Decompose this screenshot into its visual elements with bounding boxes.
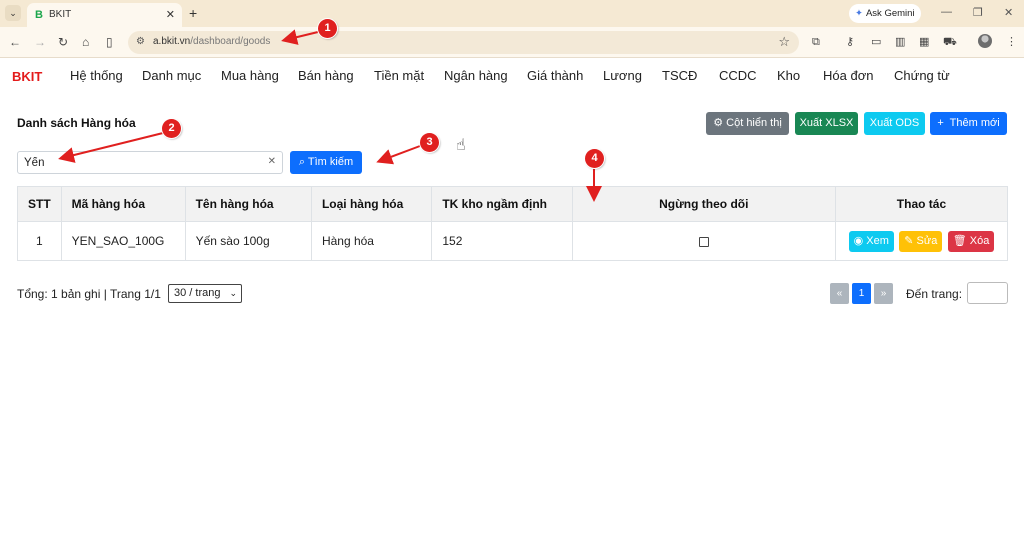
kebab-menu-icon[interactable]: ⋮ <box>1006 35 1017 49</box>
menu-item-he-thong[interactable]: Hệ thống <box>70 68 123 83</box>
gemini-icon: ✦ <box>855 8 863 19</box>
goto-page-input[interactable] <box>967 282 1008 304</box>
col-header-actions: Thao tác <box>834 186 1009 222</box>
cell-actions: ◉ Xem ✎ Sửa 🗑 Xóa <box>834 221 1009 261</box>
cell-code: YEN_SAO_100G <box>60 221 186 261</box>
pencil-icon: ✎ <box>904 234 914 247</box>
plus-icon: + <box>937 117 944 129</box>
cell-inactive <box>571 221 836 261</box>
cell-stt: 1 <box>17 221 62 261</box>
prev-page-button[interactable]: « <box>830 283 849 304</box>
table-row: 1 YEN_SAO_100G Yến sào 100g Hàng hóa 152… <box>17 221 1009 261</box>
table-header-row: STT Mã hàng hóa Tên hàng hóa Loại hàng h… <box>17 186 1009 222</box>
col-header-code[interactable]: Mã hàng hóa <box>60 186 186 222</box>
browser-tab[interactable]: B BKIT ✕ <box>27 3 182 27</box>
annotation-badge-4: 4 <box>585 149 604 168</box>
annotation-badge-1: 1 <box>318 19 337 38</box>
add-new-button[interactable]: + Thêm mới <box>930 112 1007 135</box>
annotation-badge-2: 2 <box>162 119 181 138</box>
tab-title: BKIT <box>49 9 72 20</box>
next-page-button[interactable]: » <box>874 283 893 304</box>
ask-gemini-button[interactable]: ✦ Ask Gemini <box>849 4 921 23</box>
col-header-type[interactable]: Loại hàng hóa <box>310 186 433 222</box>
menu-item-gia-thanh[interactable]: Giá thành <box>527 68 583 83</box>
reload-icon[interactable]: ↻ <box>58 35 68 49</box>
col-header-stt[interactable]: STT <box>17 186 62 222</box>
page-title: Danh sách Hàng hóa <box>17 116 136 130</box>
page-size-select[interactable]: 30 / trang ⌄ <box>168 284 242 303</box>
search-input[interactable] <box>18 152 258 173</box>
table-icon[interactable]: ▦ <box>919 35 929 49</box>
export-xlsx-button[interactable]: Xuất XLSX <box>795 112 858 135</box>
url-text: a.bkit.vn/dashboard/goods <box>153 36 271 47</box>
tab-close-icon[interactable]: ✕ <box>166 8 175 21</box>
eye-icon: ◉ <box>853 234 864 247</box>
column-display-button[interactable]: ⚙ Cột hiển thị <box>706 112 789 135</box>
annotation-badge-3: 3 <box>420 133 439 152</box>
page-1-button[interactable]: 1 <box>852 283 871 304</box>
bookmark-star-icon[interactable]: ☆ <box>778 34 790 50</box>
favicon-icon: B <box>35 9 43 21</box>
search-button[interactable]: ⌕ Tìm kiếm <box>290 151 362 174</box>
delete-button[interactable]: 🗑 Xóa <box>947 230 995 252</box>
menu-item-ccdc[interactable]: CCDC <box>719 68 757 83</box>
browser-toolbar: ← → ↻ ⌂ ▯ ⚙ a.bkit.vn/dashboard/goods ☆ … <box>0 27 1024 58</box>
search-icon: ⌕ <box>298 156 306 168</box>
goto-page-label: Đến trang: <box>906 287 963 301</box>
menu-item-danh-muc[interactable]: Danh mục <box>142 68 201 83</box>
minimize-icon[interactable]: — <box>941 6 952 18</box>
trash-icon: 🗑 <box>952 234 967 247</box>
tab-search-icon[interactable]: ⌄ <box>5 5 21 21</box>
menu-item-tien-mat[interactable]: Tiền mặt <box>374 68 424 83</box>
menu-item-ngan-hang[interactable]: Ngân hàng <box>444 68 508 83</box>
car-icon[interactable]: ⛟ <box>943 35 957 49</box>
browser-tabstrip: ⌄ B BKIT ✕ + ✦ Ask Gemini — ❐ ✕ <box>0 0 1024 27</box>
menu-item-mua-hang[interactable]: Mua hàng <box>221 68 279 83</box>
goods-table: STT Mã hàng hóa Tên hàng hóa Loại hàng h… <box>17 186 1009 261</box>
menu-item-luong[interactable]: Lương <box>603 68 642 83</box>
extensions-icon[interactable]: ⧉ <box>812 35 820 49</box>
cell-type: Hàng hóa <box>310 221 433 261</box>
reading-list-icon[interactable]: ▥ <box>895 35 905 49</box>
inactive-checkbox[interactable] <box>698 236 709 247</box>
window-close-icon[interactable]: ✕ <box>1004 6 1013 19</box>
cell-name: Yến sào 100g <box>184 221 312 261</box>
address-bar[interactable]: ⚙ a.bkit.vn/dashboard/goods ☆ <box>128 31 799 54</box>
payment-card-icon[interactable]: ▭ <box>871 35 881 49</box>
export-ods-button[interactable]: Xuất ODS <box>864 112 925 135</box>
app-navbar: BKIT Hệ thống Danh mục Mua hàng Bán hàng… <box>0 58 1024 96</box>
menu-item-chung-tu[interactable]: Chứng từ <box>894 68 950 83</box>
search-box: ✕ <box>17 151 283 174</box>
restore-icon[interactable]: ❐ <box>973 6 983 19</box>
record-summary: Tổng: 1 bản ghi | Trang 1/1 <box>17 287 161 301</box>
gear-icon: ⚙ <box>713 117 724 129</box>
app-brand[interactable]: BKIT <box>12 69 42 84</box>
menu-item-tscd[interactable]: TSCĐ <box>662 68 697 83</box>
col-header-account[interactable]: TK kho ngầm định <box>431 186 573 222</box>
profile-avatar[interactable] <box>978 34 992 48</box>
new-tab-icon[interactable]: + <box>189 5 197 21</box>
edit-button[interactable]: ✎ Sửa <box>899 230 943 252</box>
reading-mode-icon[interactable]: ▯ <box>106 35 113 49</box>
click-cursor-icon: ☝ <box>456 137 466 154</box>
site-info-icon[interactable]: ⚙ <box>136 36 145 47</box>
forward-icon[interactable]: → <box>34 35 46 49</box>
password-key-icon[interactable]: ⚷ <box>846 35 854 49</box>
menu-item-ban-hang[interactable]: Bán hàng <box>298 68 354 83</box>
back-icon[interactable]: ← <box>9 35 21 49</box>
clear-icon[interactable]: ✕ <box>268 156 276 167</box>
cell-account: 152 <box>431 221 573 261</box>
view-button[interactable]: ◉ Xem <box>848 230 894 252</box>
col-header-inactive[interactable]: Ngừng theo dõi <box>571 186 836 222</box>
col-header-name[interactable]: Tên hàng hóa <box>184 186 312 222</box>
menu-item-kho[interactable]: Kho <box>777 68 800 83</box>
chevron-down-icon: ⌄ <box>229 288 237 298</box>
menu-item-hoa-don[interactable]: Hóa đơn <box>823 68 873 83</box>
home-icon[interactable]: ⌂ <box>82 35 89 49</box>
